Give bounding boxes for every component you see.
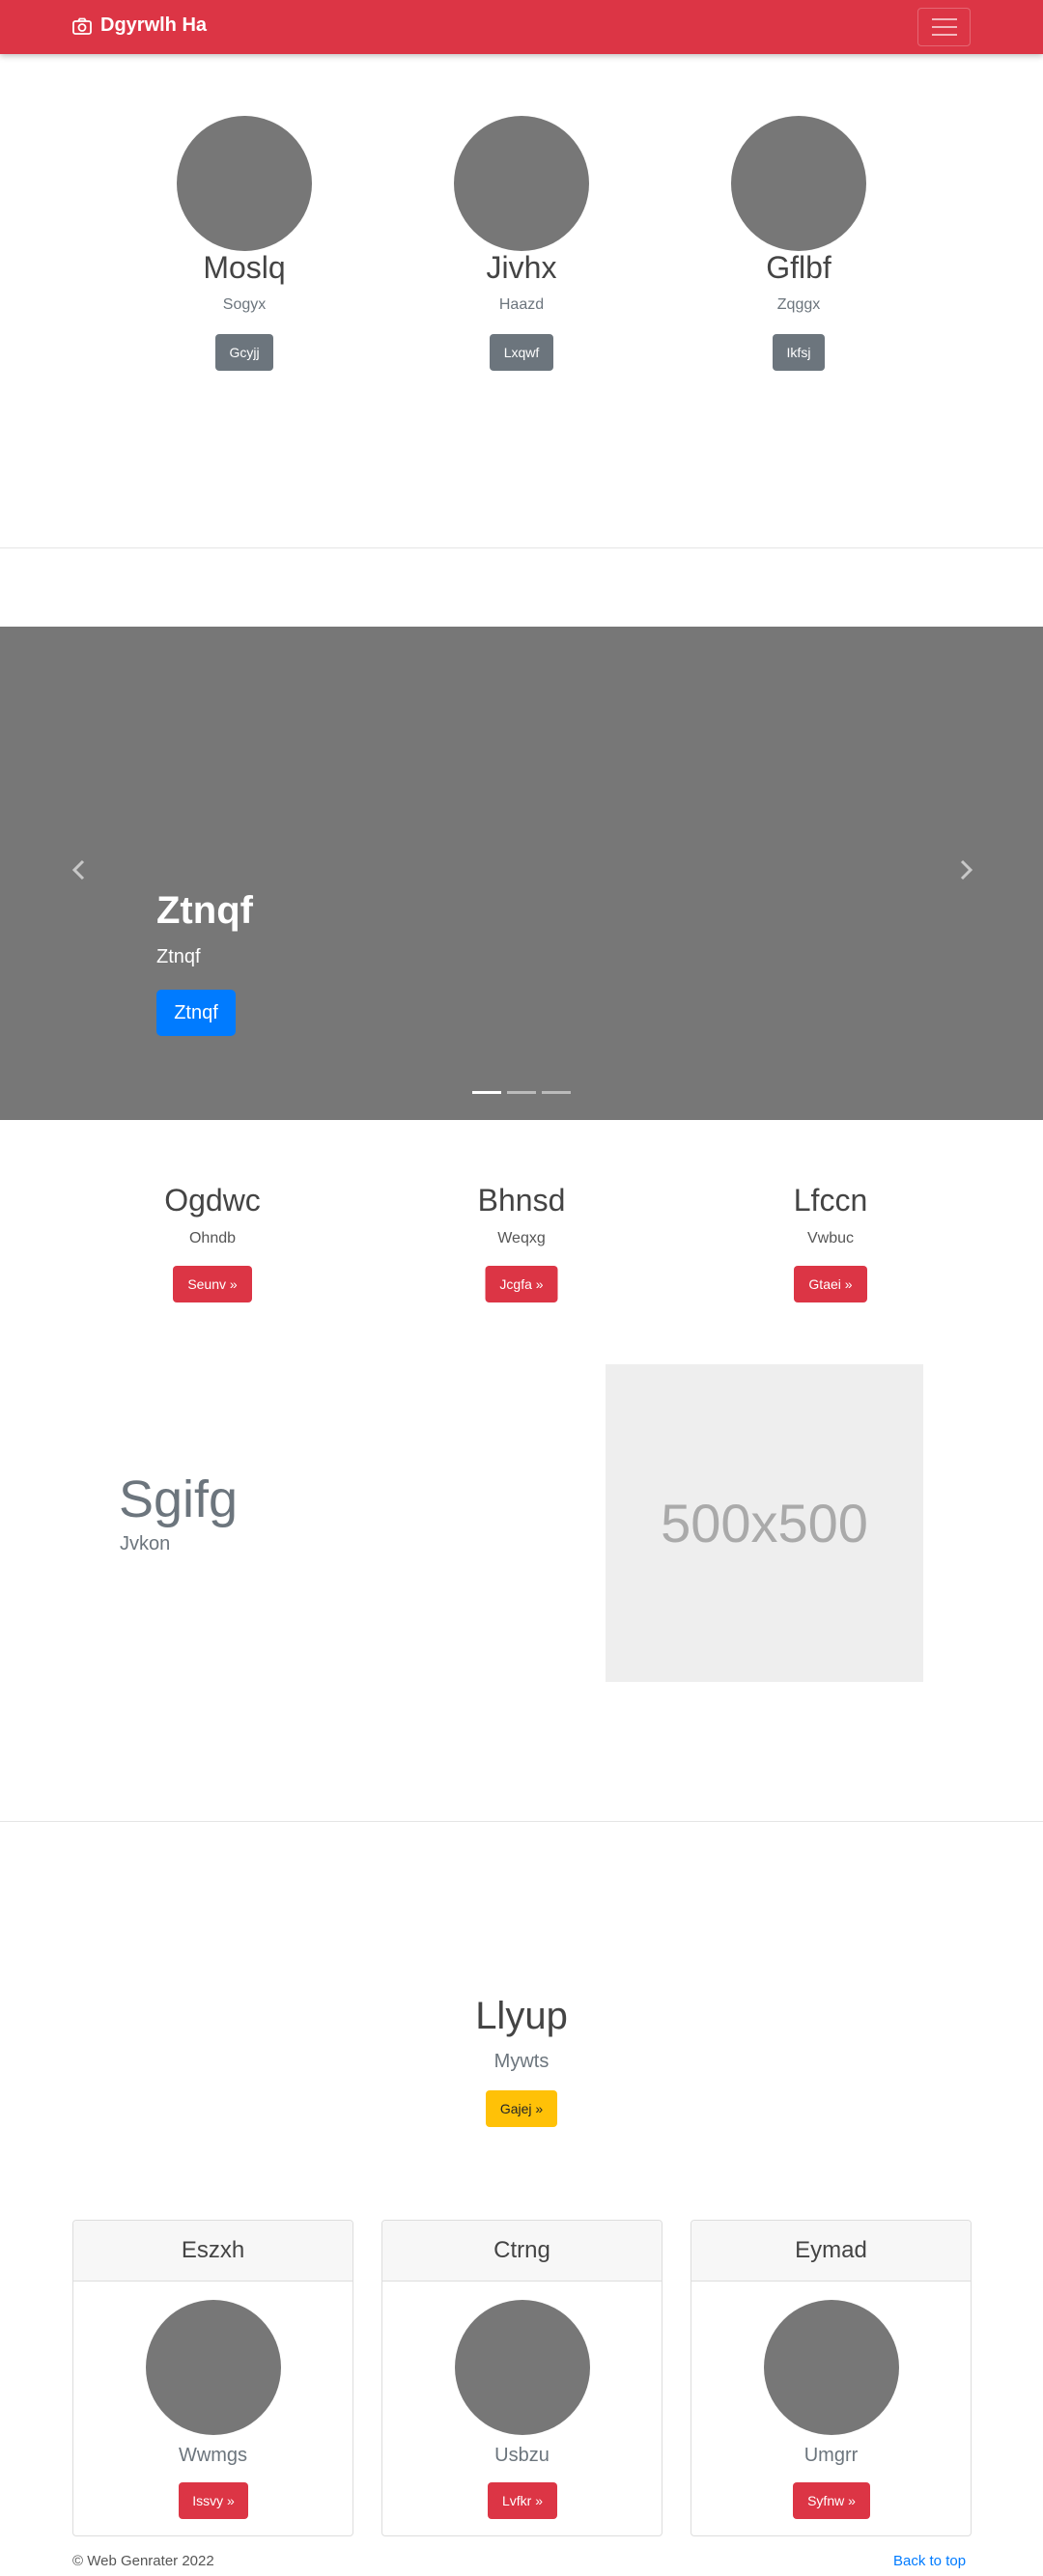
team-member-role: Haazd (498, 296, 545, 313)
pricing-card: Eymad Umgrr Syfnw » (691, 2220, 972, 2536)
carousel-subtitle: Ztnqf (156, 946, 201, 967)
feature-title: Lfccn (793, 1183, 868, 1218)
card-text: Wwmgs (178, 2445, 248, 2466)
feature-title: Ogdwc (164, 1183, 261, 1218)
menu-icon-bar (931, 34, 957, 36)
carousel-indicators (472, 1091, 571, 1094)
cta-button[interactable]: Gajej » (486, 2090, 557, 2127)
feature-text: Ohndb (188, 1230, 237, 1246)
carousel-prev-icon[interactable] (70, 858, 89, 882)
featurette-lead: Jvkon (120, 1533, 171, 1554)
card-button[interactable]: Issvy » (179, 2482, 248, 2519)
team-member-button[interactable]: Gcyjj (215, 334, 273, 371)
team-member-role: Zqggx (776, 296, 821, 313)
feature-button[interactable]: Seunv » (173, 1266, 252, 1302)
feature-button[interactable]: Jcgfa » (485, 1266, 558, 1302)
team-member-button[interactable]: Ikfsj (773, 334, 825, 371)
avatar (177, 116, 312, 251)
team-member-name: Gflbf (766, 250, 832, 285)
cta-heading: Llyup (475, 1995, 568, 2037)
placeholder-image: 500x500 (606, 1364, 923, 1682)
footer-copyright: © Web Genrater 2022 (72, 2553, 214, 2569)
avatar (731, 116, 866, 251)
featurette-heading: Sgifg (119, 1470, 239, 1528)
team-member-name: Jivhx (486, 250, 557, 285)
card-title: Eszxh (73, 2221, 352, 2282)
card-text: Umgrr (803, 2445, 859, 2466)
feature-button[interactable]: Gtaei » (794, 1266, 867, 1302)
carousel-indicator-3[interactable] (542, 1091, 571, 1094)
divider (0, 547, 1043, 548)
team-member-button[interactable]: Lxqwf (490, 334, 553, 371)
navbar-toggler-button[interactable] (917, 8, 971, 46)
avatar (454, 116, 589, 251)
cta-lead: Mywts (493, 2051, 550, 2072)
card-title: Ctrng (382, 2221, 662, 2282)
menu-icon-bar (931, 26, 957, 28)
avatar (146, 2300, 281, 2435)
card-button[interactable]: Lvfkr » (488, 2482, 557, 2519)
team-member-role: Sogyx (222, 296, 267, 313)
pricing-card: Ctrng Usbzu Lvfkr » (381, 2220, 662, 2536)
feature-text: Weqxg (497, 1230, 546, 1246)
feature-text: Vwbuc (806, 1230, 855, 1246)
divider (0, 1821, 1043, 1822)
avatar (455, 2300, 590, 2435)
feature-title: Bhnsd (477, 1183, 566, 1218)
carousel-indicator-1[interactable] (472, 1091, 501, 1094)
carousel-title: Ztnqf (156, 889, 253, 932)
brand-name: Dgyrwlh Ha (100, 14, 208, 36)
carousel: Ztnqf Ztnqf Ztnqf (0, 627, 1043, 1120)
navbar: Dgyrwlh Ha (0, 0, 1043, 54)
pricing-card: Eszxh Wwmgs Issvy » (72, 2220, 353, 2536)
avatar (764, 2300, 899, 2435)
menu-icon-bar (931, 18, 957, 20)
card-text: Usbzu (494, 2445, 550, 2466)
carousel-next-icon[interactable] (956, 858, 975, 882)
camera-icon (72, 17, 92, 35)
team-member-name: Moslq (203, 250, 286, 285)
placeholder-label: 500x500 (661, 1493, 868, 1554)
card-button[interactable]: Syfnw » (793, 2482, 870, 2519)
carousel-button[interactable]: Ztnqf (156, 990, 236, 1036)
brand-link[interactable]: Dgyrwlh Ha (72, 14, 207, 37)
carousel-indicator-2[interactable] (507, 1091, 536, 1094)
back-to-top-link[interactable]: Back to top (893, 2553, 966, 2569)
card-title: Eymad (691, 2221, 971, 2282)
